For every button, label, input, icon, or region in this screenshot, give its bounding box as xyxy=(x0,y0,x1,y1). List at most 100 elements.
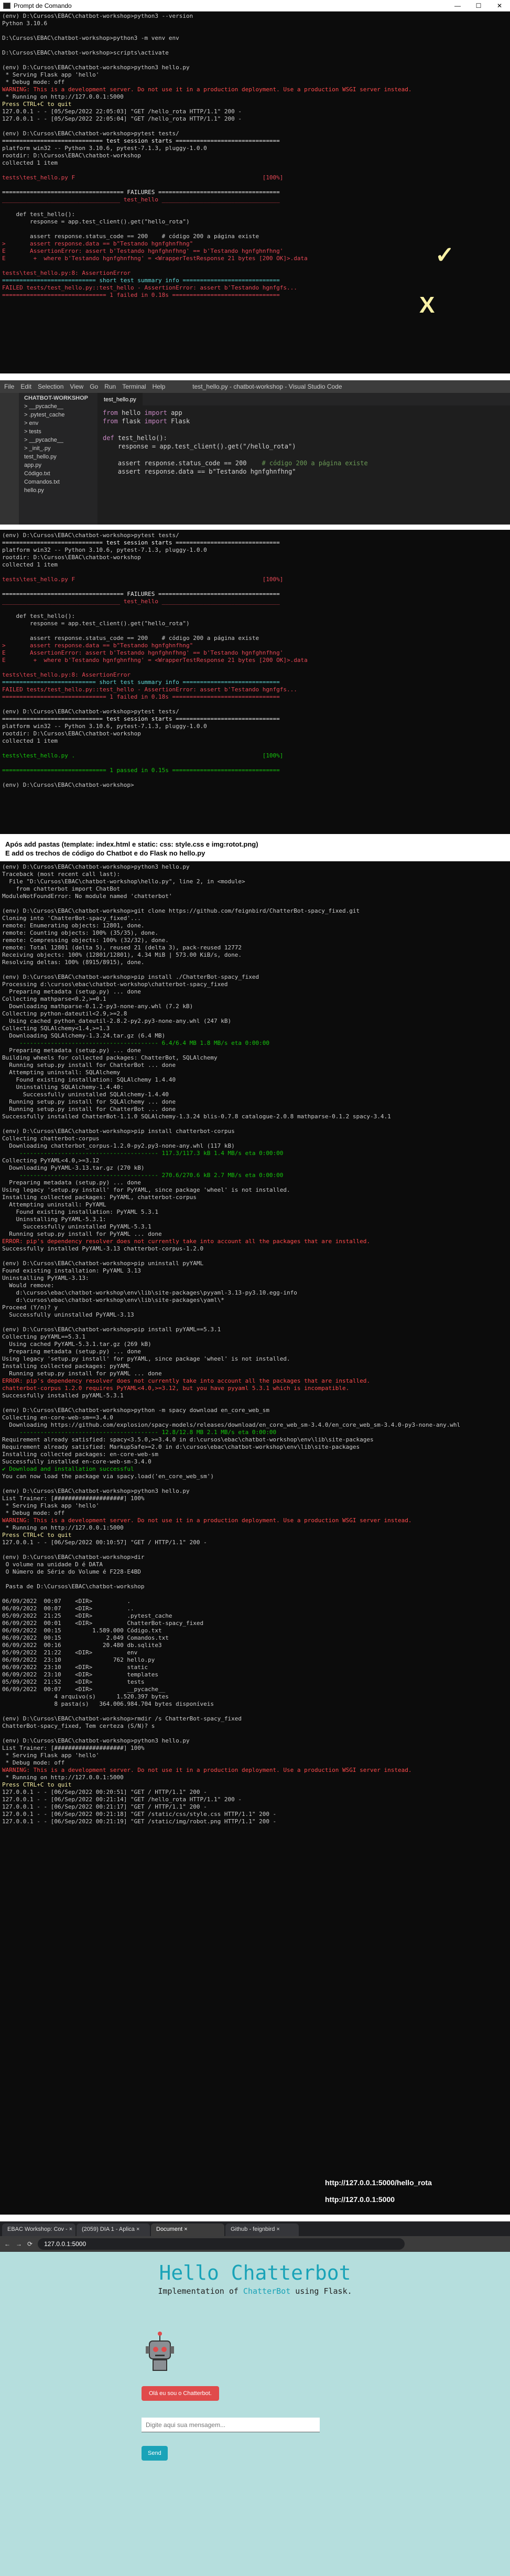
explorer-item[interactable]: test_hello.py xyxy=(19,454,97,462)
terminal-line: collected 1 item xyxy=(2,737,58,744)
terminal-line: * Running on http://127.0.0.1:5000 xyxy=(2,1774,124,1781)
send-button[interactable]: Send xyxy=(142,2446,168,2461)
terminal-line: tests\test_hello.py F [100%] xyxy=(2,576,284,583)
terminal-line: Preparing metadata (setup.py) ... done xyxy=(2,988,141,995)
terminal-line: Downloading chatterbot_corpus-1.2.0-py2.… xyxy=(2,1142,235,1149)
explorer-item[interactable]: Código.txt xyxy=(19,471,97,479)
terminal-line: Downloading https://github.com/explosion… xyxy=(2,1421,461,1428)
terminal-line: (env) D:\Cursos\EBAC\chatbot-workshop>py… xyxy=(2,708,179,715)
terminal-line: ChatterBot-spacy_fixed, Tem certeza (S/N… xyxy=(2,1723,155,1729)
explorer-item[interactable]: Comandos.txt xyxy=(19,479,97,487)
terminal-line: assert response.status_code == 200 # cód… xyxy=(2,635,259,642)
terminal-line: Running setup.py install for pyYAML ... … xyxy=(2,1370,162,1377)
reload-icon[interactable]: ⟳ xyxy=(27,2240,32,2248)
terminal-line: File "D:\Cursos\EBAC\chatbot-workshop\he… xyxy=(2,878,245,885)
terminal-line: ERROR: pip's dependency resolver does no… xyxy=(2,1377,370,1384)
menu-item: test_hello.py - chatbot-workshop - Visua… xyxy=(192,383,342,390)
menu-item[interactable]: Selection xyxy=(38,383,63,390)
terminal-line: 127.0.0.1 - - [05/Sep/2022 22:05:03] "GE… xyxy=(2,108,242,115)
explorer-item[interactable]: > env xyxy=(19,420,97,429)
terminal-line: Proceed (Y/n)? y xyxy=(2,1304,58,1311)
menu-item[interactable]: Run xyxy=(104,383,116,390)
terminal-line: (env) D:\Cursos\EBAC\chatbot-workshop>pi… xyxy=(2,974,259,980)
explorer-sidebar: CHATBOT-WORKSHOP > __pycache__ > .pytest_… xyxy=(19,393,97,525)
menu-item[interactable]: Terminal xyxy=(122,383,146,390)
browser-tab[interactable]: Github - feignbird × xyxy=(225,2224,299,2236)
terminal-line: * Debug mode: off xyxy=(2,79,65,85)
browser-window: EBAC Workshop: Cov - × (2059) DIA 1 - Apl… xyxy=(0,2221,510,2576)
explorer-item[interactable]: > _init_.py xyxy=(19,445,97,454)
browser-tab[interactable]: (2059) DIA 1 - Aplica × xyxy=(77,2224,150,2236)
terminal-line: Downloading SQLAlchemy-1.3.24.tar.gz (6.… xyxy=(2,1032,166,1039)
explorer-item[interactable]: > __pycache__ xyxy=(19,403,97,412)
terminal-line: rootdir: D:\Cursos\EBAC\chatbot-workshop xyxy=(2,730,141,737)
terminal-line: response = app.test_client().get("hello_… xyxy=(2,620,190,627)
browser-tab[interactable]: Document × xyxy=(151,2224,224,2236)
terminal-line: (env) D:\Cursos\EBAC\chatbot-workshop>pi… xyxy=(2,1260,204,1267)
terminal-line: 127.0.0.1 - - [06/Sep/2022 00:10:57] "GE… xyxy=(2,1539,207,1546)
terminal-line: ============================= test sessi… xyxy=(2,539,280,546)
terminal-line: d:\cursos\ebac\chatbot-workshop\env\lib\… xyxy=(2,1297,224,1303)
terminal-line: D:\Cursos\EBAC\chatbot-workshop>scripts\… xyxy=(2,49,169,56)
terminal-output: (env) D:\Cursos\EBAC\chatbot-workshop>py… xyxy=(0,530,510,791)
terminal-line: ============================== 1 passed … xyxy=(2,767,280,774)
terminal-line: ----------------------------------------… xyxy=(2,1150,284,1157)
terminal-line: (env) D:\Cursos\EBAC\chatbot-workshop>py… xyxy=(2,130,179,137)
terminal-line: Successfully installed PyYAML-3.13 chatt… xyxy=(2,1245,204,1252)
terminal-line: Collecting PyYAML<4.0,>=3.12 xyxy=(2,1157,100,1164)
explorer-item[interactable]: > .pytest_cache xyxy=(19,412,97,420)
terminal-line: Collecting python-dateutil<2.9,>=2.8 xyxy=(2,1010,127,1017)
terminal-line: (env) D:\Cursos\EBAC\chatbot-workshop>pi… xyxy=(2,1326,221,1333)
terminal-line: 05/09/2022 21:52 <DIR> tests xyxy=(2,1679,145,1685)
terminal-line: Using cached python_dateutil-2.8.2-py2.p… xyxy=(2,1018,232,1024)
menu-item[interactable]: Edit xyxy=(20,383,31,390)
minimize-icon[interactable]: — xyxy=(447,2,468,9)
code-line: response = app.test_client().get("/hello… xyxy=(103,443,296,450)
terminal-line: response = app.test_client().get("hello_… xyxy=(2,218,190,225)
terminal-line: Uninstalling PyYAML-3.13: xyxy=(2,1275,89,1281)
terminal-line: (env) D:\Cursos\EBAC\chatbot-workshop>rm… xyxy=(2,1715,242,1722)
menu-item[interactable]: Help xyxy=(153,383,166,390)
code-area[interactable]: from hello import app from flask import F… xyxy=(97,405,510,476)
explorer-item[interactable]: > tests xyxy=(19,429,97,437)
forward-icon[interactable]: → xyxy=(16,2240,22,2248)
terminal-line: =========================== short test s… xyxy=(2,277,280,284)
code-line: assert response.data == b"Testando hgnfg… xyxy=(103,468,296,475)
explorer-title: CHATBOT-WORKSHOP xyxy=(24,395,89,401)
maximize-icon[interactable]: ☐ xyxy=(468,2,489,9)
terminal-line: O Número de Série do Volume é F228-E4BD xyxy=(2,1568,141,1575)
explorer-item[interactable]: hello.py xyxy=(19,487,97,496)
window-titlebar: Prompt de Comando — ☐ ✕ xyxy=(0,0,510,12)
terminal-line: O volume na unidade D é DATA xyxy=(2,1561,103,1568)
back-icon[interactable]: ← xyxy=(4,2240,10,2248)
message-input[interactable] xyxy=(142,2418,320,2432)
editor-tab[interactable]: test_hello.py xyxy=(97,393,143,405)
terminal-line: Successfully installed ChatterBot-1.1.0 … xyxy=(2,1113,391,1120)
terminal-line: ============================= test sessi… xyxy=(2,137,280,144)
terminal-line: Running setup.py install for ChatterBot … xyxy=(2,1062,176,1068)
terminal-line: * Running on http://127.0.0.1:5000 xyxy=(2,1524,124,1531)
browser-tab[interactable]: EBAC Workshop: Cov - × xyxy=(2,2224,75,2236)
terminal-line: 06/09/2022 00:07 <DIR> .. xyxy=(2,1605,134,1612)
explorer-item[interactable]: app.py xyxy=(19,462,97,471)
terminal-line: remote: Counting objects: 100% (35/35), … xyxy=(2,929,159,936)
url-input[interactable]: 127.0.0.1:5000 xyxy=(38,2238,405,2250)
terminal-line: (env) D:\Cursos\EBAC\chatbot-workshop>py… xyxy=(2,1407,269,1414)
terminal-line: Attempting uninstall: PyYAML xyxy=(2,1201,106,1208)
menu-item[interactable]: File xyxy=(4,383,14,390)
terminal-line: 05/09/2022 21:25 <DIR> .pytest_cache xyxy=(2,1612,172,1619)
menu-item[interactable]: View xyxy=(70,383,83,390)
bot-message: Olá eu sou o Chatterbot. xyxy=(142,2386,219,2401)
explorer-item[interactable]: > __pycache__ xyxy=(19,437,97,445)
menu-item[interactable]: Go xyxy=(90,383,98,390)
close-icon[interactable]: ✕ xyxy=(489,2,510,9)
browser-tab-strip: EBAC Workshop: Cov - × (2059) DIA 1 - Apl… xyxy=(0,2221,510,2236)
